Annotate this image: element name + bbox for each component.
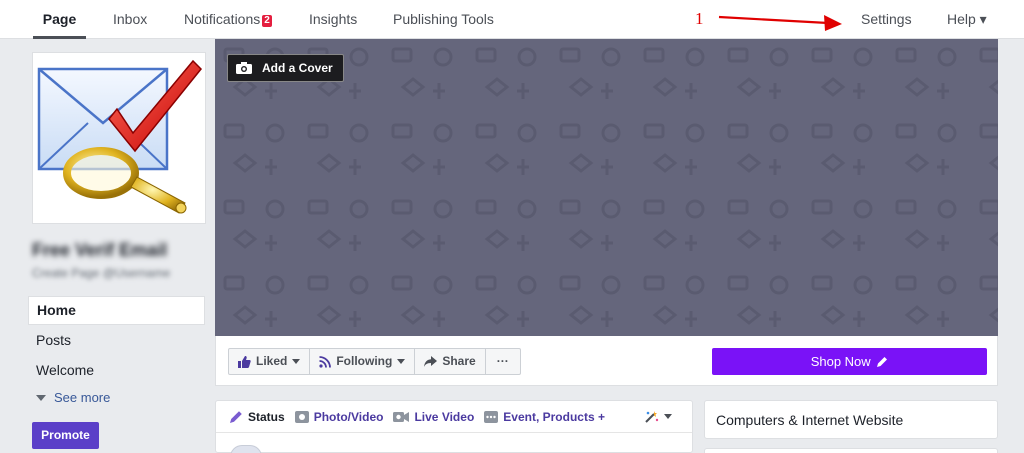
page-category-text: Computers & Internet Website xyxy=(716,412,904,428)
caret-down-icon xyxy=(664,414,672,419)
composer-tab-photo-video[interactable]: Photo/Video xyxy=(294,409,384,424)
thumbs-up-icon xyxy=(238,355,251,368)
liked-label: Liked xyxy=(256,354,288,368)
composer-tab-label: Event, Products + xyxy=(503,409,605,424)
more-options-button[interactable]: ··· xyxy=(486,349,520,374)
shop-now-label: Shop Now xyxy=(810,354,871,369)
sidebar-item-label: Home xyxy=(37,302,76,318)
page-top-nav: Page Inbox Notifications 2 Insights Publi… xyxy=(0,0,1024,39)
cover-pattern-decoration xyxy=(215,39,998,336)
sidebar-item-home[interactable]: Home xyxy=(28,296,205,325)
sidebar-item-welcome[interactable]: Welcome xyxy=(28,356,205,385)
tab-page-label: Page xyxy=(42,11,77,27)
composer-tab-live-video[interactable]: Live Video xyxy=(393,410,474,424)
add-cover-button[interactable]: Add a Cover xyxy=(227,54,344,82)
tab-settings-label: Settings xyxy=(861,11,912,27)
caret-down-icon xyxy=(292,359,301,364)
liked-button[interactable]: Liked xyxy=(229,349,311,374)
tab-help[interactable]: Help ▾ xyxy=(947,0,987,39)
annotation-number: 1 xyxy=(695,9,704,28)
tab-insights[interactable]: Insights xyxy=(309,0,357,39)
page-name: Free Verif Email xyxy=(32,240,168,260)
tab-notifications-label: Notifications xyxy=(184,11,261,27)
composer-tab-status[interactable]: Status xyxy=(230,410,285,424)
composer-options-button[interactable] xyxy=(645,410,672,423)
see-more-label: See more xyxy=(54,390,111,405)
composer-tab-label: Status xyxy=(248,409,285,424)
caret-down-icon xyxy=(397,359,406,364)
rss-icon xyxy=(319,355,332,368)
profile-picture[interactable] xyxy=(32,52,206,224)
caret-down-icon xyxy=(36,395,46,401)
sidebar-item-label: Posts xyxy=(36,332,72,348)
sidebar-item-label: Welcome xyxy=(36,362,95,378)
following-button[interactable]: Following xyxy=(310,349,416,374)
promote-button[interactable]: Promote xyxy=(32,422,99,449)
page-actions-group: Liked Following Share ··· xyxy=(228,348,521,375)
page-username: Create Page @Username xyxy=(32,266,171,280)
composer-tabs: Status Photo/Video Live Video Event, Pro… xyxy=(216,401,692,433)
video-camera-icon xyxy=(393,411,410,422)
notification-count-badge: 2 xyxy=(262,15,272,27)
tab-inbox[interactable]: Inbox xyxy=(113,0,147,39)
share-arrow-icon xyxy=(424,356,438,367)
photo-icon xyxy=(294,410,309,423)
add-cover-label: Add a Cover xyxy=(262,61,333,75)
email-verify-logo-icon xyxy=(37,59,203,214)
tab-insights-label: Insights xyxy=(309,11,358,27)
annotation-arrow-icon xyxy=(718,15,842,31)
magic-wand-icon xyxy=(645,411,659,423)
tab-settings[interactable]: Settings xyxy=(861,0,912,39)
post-composer: Status Photo/Video Live Video Event, Pro… xyxy=(215,400,693,453)
tab-publishing-tools[interactable]: Publishing Tools xyxy=(393,0,494,39)
tab-page[interactable]: Page xyxy=(33,0,86,39)
tab-publishing-tools-label: Publishing Tools xyxy=(393,11,494,27)
pencil-icon xyxy=(230,411,242,423)
info-card-secondary xyxy=(704,448,998,453)
sidebar-item-posts[interactable]: Posts xyxy=(28,326,205,355)
more-icon xyxy=(484,410,499,423)
cover-photo-area: Add a Cover xyxy=(215,39,998,336)
tab-help-label: Help ▾ xyxy=(947,11,987,27)
composer-tab-event-products[interactable]: Event, Products + xyxy=(484,410,605,424)
page-action-bar: Liked Following Share ··· Shop Now xyxy=(215,336,998,386)
pencil-icon xyxy=(877,357,888,367)
composer-tab-label: Live Video xyxy=(414,409,475,424)
shop-now-button[interactable]: Shop Now xyxy=(712,348,987,375)
tab-inbox-label: Inbox xyxy=(113,11,148,27)
share-label: Share xyxy=(442,354,476,368)
page-category-card: Computers & Internet Website xyxy=(704,400,998,439)
tab-notifications[interactable]: Notifications 2 xyxy=(184,0,272,39)
following-label: Following xyxy=(336,354,393,368)
composer-tab-label: Photo/Video xyxy=(313,409,384,424)
composer-avatar xyxy=(230,445,262,453)
camera-icon xyxy=(236,62,252,74)
share-button[interactable]: Share xyxy=(415,349,486,374)
more-options-icon: ··· xyxy=(496,354,509,368)
see-more-link[interactable]: See more xyxy=(36,390,110,405)
